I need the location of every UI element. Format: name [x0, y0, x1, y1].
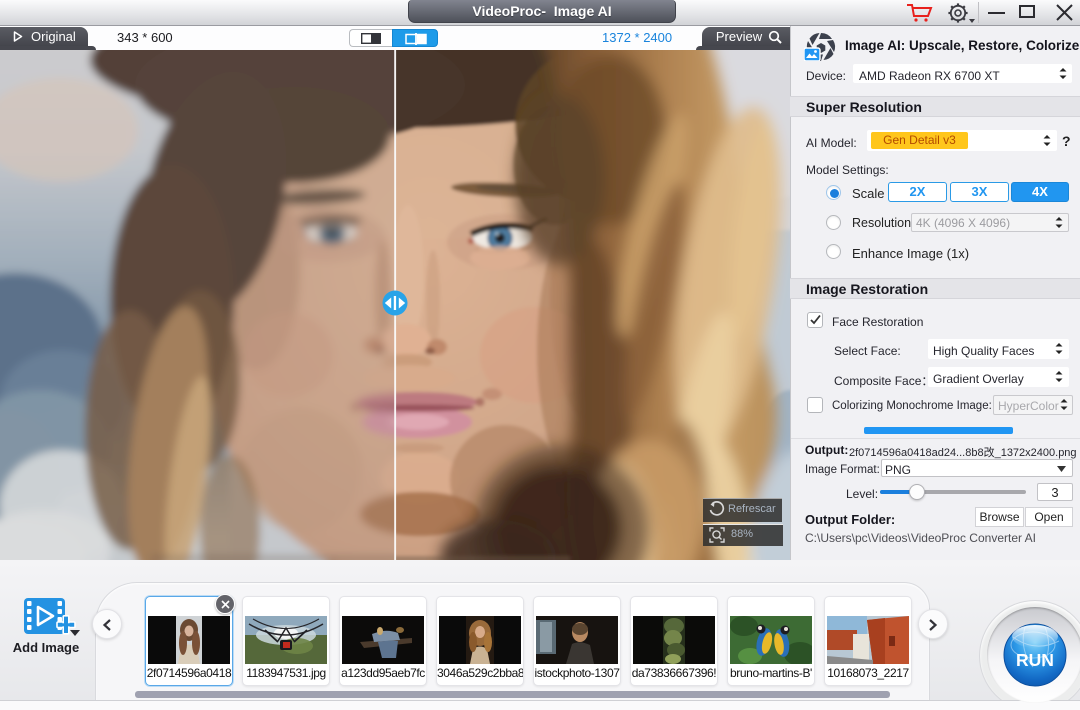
svg-text:RUN: RUN: [1016, 650, 1054, 670]
